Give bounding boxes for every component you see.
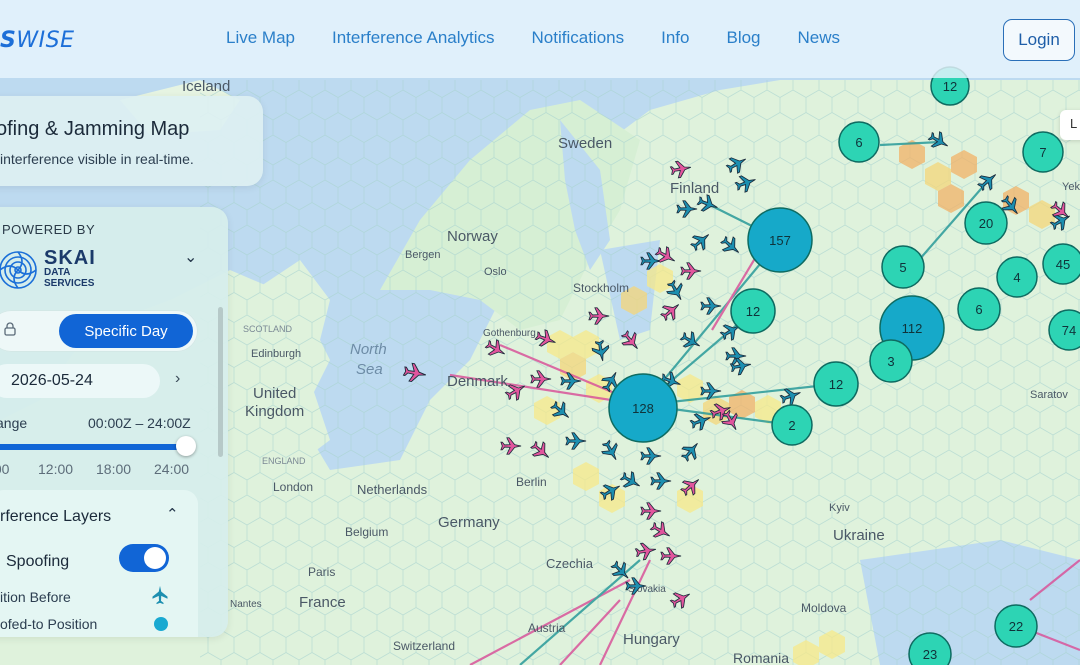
- svg-text:112: 112: [902, 321, 923, 336]
- nav-interference-analytics[interactable]: Interference Analytics: [332, 28, 495, 48]
- label-france: France: [299, 594, 346, 611]
- spoofing-label: Spoofing: [6, 553, 70, 570]
- brand-name: SKAI: [44, 247, 96, 269]
- label-oslo: Oslo: [484, 266, 507, 278]
- tick-label: 24:00: [154, 461, 190, 477]
- legend-position-before: ition Before: [0, 589, 71, 605]
- label-hungary: Hungary: [623, 631, 680, 648]
- nav-news[interactable]: News: [798, 28, 841, 48]
- label-sea: Sea: [356, 361, 383, 378]
- spoofing-toggle[interactable]: [119, 544, 169, 572]
- nav-blog[interactable]: Blog: [726, 28, 760, 48]
- label-london: London: [273, 480, 313, 494]
- tick-label: 12:00: [38, 461, 74, 477]
- svg-text:5: 5: [899, 260, 906, 275]
- chevron-right-icon[interactable]: ›: [175, 370, 180, 388]
- svg-text:74: 74: [1062, 323, 1076, 338]
- range-value: 00:00Z – 24:00Z: [88, 415, 191, 431]
- top-navbar: SWISE Live Map Interference Analytics No…: [0, 0, 1080, 78]
- skai-brand-text: SKAI DATA SERVICES: [44, 247, 96, 289]
- label-united: United: [253, 385, 296, 402]
- svg-text:12: 12: [943, 79, 957, 94]
- svg-text:3: 3: [887, 354, 894, 369]
- tick-label: :00: [0, 461, 10, 477]
- label-germany: Germany: [438, 514, 500, 531]
- label-ukraine: Ukraine: [833, 527, 885, 544]
- label-norway: Norway: [447, 228, 498, 245]
- label-berlin: Berlin: [516, 475, 547, 489]
- label-czechia: Czechia: [546, 556, 594, 571]
- nav-notifications[interactable]: Notifications: [532, 28, 625, 48]
- legend-spoofed-position: ofed-to Position: [0, 616, 98, 632]
- control-panel: POWERED BY SKAI DATA SERVICES ⌄ Specific…: [0, 207, 228, 637]
- label-saratov: Saratov: [1030, 389, 1068, 401]
- svg-text:4: 4: [1013, 270, 1020, 285]
- label-north: North: [350, 341, 387, 358]
- label-austria: Austria: [528, 621, 566, 635]
- svg-text:12: 12: [829, 377, 843, 392]
- powered-by-label: POWERED BY: [2, 222, 96, 237]
- svg-text:23: 23: [923, 647, 937, 662]
- label-stockholm: Stockholm: [573, 281, 629, 295]
- map-legend-stub[interactable]: L: [1060, 110, 1080, 140]
- spoofed-position-dot-icon: [154, 617, 168, 631]
- label-kingdom: Kingdom: [245, 403, 304, 420]
- svg-text:12: 12: [746, 304, 760, 319]
- brand-line-2: SERVICES: [44, 278, 95, 289]
- tick-label: 18:00: [96, 461, 132, 477]
- plane-icon: [152, 585, 168, 605]
- label-romania: Romania: [733, 650, 789, 665]
- chevron-up-icon[interactable]: ⌃: [166, 505, 179, 523]
- label-sweden: Sweden: [558, 135, 612, 152]
- label-bergen: Bergen: [405, 249, 440, 261]
- app-logo[interactable]: SWISE: [0, 28, 74, 56]
- label-moldova: Moldova: [801, 601, 847, 615]
- page-title: ofing & Jamming Map: [0, 118, 190, 140]
- svg-text:128: 128: [632, 401, 654, 416]
- range-label: ange: [0, 415, 28, 431]
- panel-scrollbar[interactable]: [218, 307, 223, 457]
- svg-text:7: 7: [1039, 145, 1046, 160]
- label-scotland: SCOTLAND: [243, 324, 293, 334]
- label-gothenburg: Gothenburg: [483, 328, 536, 339]
- svg-text:22: 22: [1009, 619, 1023, 634]
- layers-title: rference Layers: [0, 508, 112, 525]
- label-nantes: Nantes: [230, 599, 262, 610]
- label-belgium: Belgium: [345, 525, 388, 539]
- date-field[interactable]: 2026-05-24: [0, 364, 160, 398]
- svg-text:6: 6: [855, 135, 862, 150]
- interference-layers-card: rference Layers ⌃ Spoofing ition Before …: [0, 490, 198, 637]
- label-kyiv: Kyiv: [829, 502, 850, 514]
- login-button[interactable]: Login: [1003, 19, 1075, 61]
- label-iceland: Iceland: [182, 78, 230, 95]
- label-england: ENGLAND: [262, 456, 306, 466]
- slider-thumb[interactable]: [176, 436, 196, 456]
- label-netherlands: Netherlands: [357, 482, 428, 497]
- logo-mark: S: [0, 28, 17, 53]
- main-nav: Live Map Interference Analytics Notifica…: [226, 28, 877, 48]
- map-title-card: ofing & Jamming Map interference visible…: [0, 96, 263, 186]
- nav-info[interactable]: Info: [661, 28, 689, 48]
- svg-text:45: 45: [1056, 257, 1070, 272]
- page-subtitle: interference visible in real-time.: [0, 151, 194, 167]
- chevron-down-icon[interactable]: ⌄: [184, 247, 197, 267]
- svg-text:157: 157: [769, 233, 791, 248]
- nav-live-map[interactable]: Live Map: [226, 28, 295, 48]
- label-yek: Yek: [1062, 181, 1080, 193]
- label-denmark: Denmark: [447, 373, 508, 390]
- time-range-slider[interactable]: [0, 444, 188, 450]
- svg-text:6: 6: [975, 302, 982, 317]
- svg-text:20: 20: [979, 216, 993, 231]
- label-switzerland: Switzerland: [393, 639, 455, 653]
- lock-icon[interactable]: [4, 322, 16, 336]
- label-finland: Finland: [670, 180, 719, 197]
- specific-day-button[interactable]: Specific Day: [59, 314, 193, 348]
- label-edinburgh: Edinburgh: [251, 348, 301, 360]
- logo-wordmark: WISE: [16, 28, 75, 53]
- svg-text:2: 2: [788, 418, 795, 433]
- label-paris: Paris: [308, 565, 335, 579]
- mode-segmented-control: Specific Day: [0, 310, 198, 352]
